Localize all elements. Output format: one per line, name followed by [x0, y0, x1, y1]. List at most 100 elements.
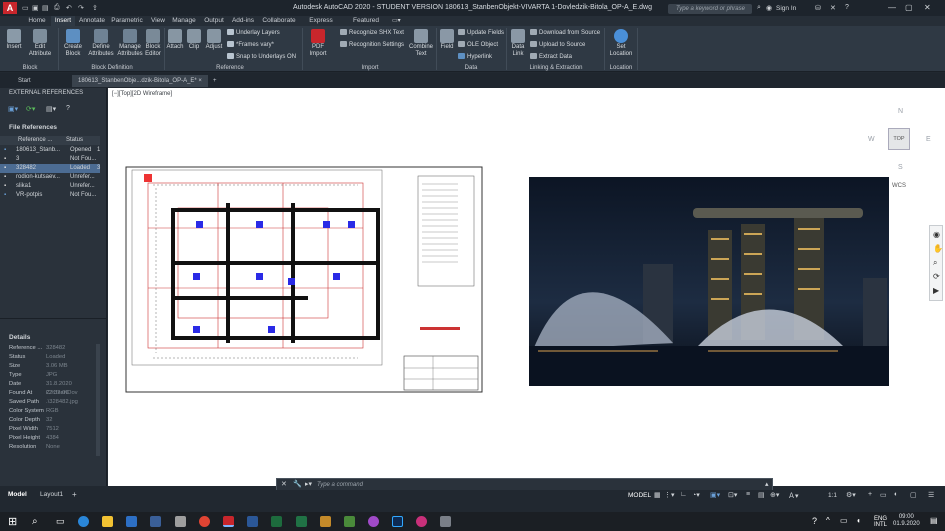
- tab-express-tools[interactable]: Express Tools: [301, 16, 341, 34]
- autocad-icon[interactable]: [223, 516, 234, 527]
- app-icon[interactable]: [175, 516, 186, 527]
- download-source-button[interactable]: Download from Source: [530, 29, 600, 37]
- lineweight-icon[interactable]: ≡: [746, 491, 750, 498]
- zoom-icon[interactable]: ⌕: [933, 258, 937, 268]
- tab-addins[interactable]: Add-ins: [230, 16, 256, 26]
- ole-object-button[interactable]: OLE Object: [458, 41, 498, 49]
- data-link-button[interactable]: Data Link: [509, 29, 527, 58]
- splitter[interactable]: [0, 318, 107, 319]
- excel-icon-2[interactable]: [296, 516, 307, 527]
- model-space-toggle[interactable]: MODEL: [628, 492, 651, 499]
- taskbar-clock[interactable]: 09:00 01.9.2020: [893, 514, 920, 528]
- extract-data-button[interactable]: Extract Data: [530, 53, 572, 61]
- drawing-canvas[interactable]: N W E S TOP WCS: [108, 88, 945, 486]
- customize-icon[interactable]: 🔧: [293, 480, 302, 488]
- polar-icon[interactable]: ◔▾: [692, 491, 700, 499]
- upload-source-button[interactable]: Upload to Source: [530, 41, 585, 49]
- add-layout-button[interactable]: +: [72, 490, 77, 499]
- tab-drawing[interactable]: 180613_StanbenObje...dzik-Bitola_OP-A_E*…: [72, 75, 208, 87]
- osnap-icon[interactable]: ⊡▾: [728, 491, 737, 499]
- table-row[interactable]: ▪ 180613_Stanb... Opened 1: [0, 146, 100, 155]
- viewcube-east[interactable]: E: [926, 136, 931, 143]
- app-icon-3[interactable]: [344, 516, 355, 527]
- word-icon[interactable]: [247, 516, 258, 527]
- details-scrollbar[interactable]: [96, 344, 100, 456]
- combine-text-button[interactable]: Combine Text: [408, 29, 434, 58]
- cart-icon[interactable]: ⛁: [815, 4, 821, 12]
- transparency-icon[interactable]: ▤: [758, 491, 765, 499]
- block-editor-button[interactable]: Block Editor: [143, 29, 163, 58]
- user-icon[interactable]: ◉: [766, 4, 772, 12]
- column-status[interactable]: Status: [66, 136, 83, 145]
- app-icon-2[interactable]: [320, 516, 331, 527]
- viewcube-top-face[interactable]: TOP: [888, 128, 910, 150]
- table-row[interactable]: ▪ VR-potpis Not Fou...: [0, 191, 100, 200]
- windows-start-icon[interactable]: ⊞: [8, 515, 17, 528]
- tab-output[interactable]: Output: [201, 16, 227, 26]
- tab-manage[interactable]: Manage: [171, 16, 197, 26]
- signin-button[interactable]: Sign In: [776, 5, 796, 12]
- close-icon[interactable]: ✕: [924, 3, 931, 12]
- field-button[interactable]: Field: [438, 29, 456, 51]
- tab-view[interactable]: View: [148, 16, 168, 26]
- volume-icon[interactable]: ◖: [856, 516, 861, 525]
- viewcube[interactable]: N W E S TOP WCS: [862, 108, 931, 189]
- update-fields-button[interactable]: Update Fields: [458, 29, 504, 37]
- customization-icon[interactable]: ☰: [928, 491, 934, 499]
- tab-insert[interactable]: Insert: [51, 16, 75, 26]
- help-icon[interactable]: ?: [845, 4, 849, 11]
- viewcube-west[interactable]: W: [868, 136, 875, 143]
- snap-mode-icon[interactable]: ⋮▾: [664, 491, 675, 499]
- language-indicator[interactable]: ENG INTL: [874, 516, 887, 528]
- table-row[interactable]: ▪ 3 Not Fou...: [0, 155, 100, 164]
- search-input[interactable]: Type a keyword or phrase: [668, 4, 752, 14]
- tab-parametric[interactable]: Parametric: [110, 16, 144, 26]
- underlay-layers-button[interactable]: Underlay Layers: [227, 29, 280, 37]
- hyperlink-button[interactable]: Hyperlink: [458, 53, 492, 61]
- search-icon[interactable]: ⌕: [32, 516, 38, 527]
- define-attributes-button[interactable]: Define Attributes: [87, 29, 115, 58]
- steering-wheel-icon[interactable]: ◉: [933, 230, 940, 239]
- command-expand-icon[interactable]: ▴: [765, 480, 769, 488]
- tab-featured-apps[interactable]: Featured Apps: [345, 16, 387, 34]
- set-location-button[interactable]: Set Location: [607, 29, 635, 58]
- maximize-icon[interactable]: ▢: [905, 3, 913, 12]
- file-explorer-icon[interactable]: [102, 516, 113, 527]
- annotation-icon[interactable]: Ａ▾: [788, 491, 799, 501]
- tab-start[interactable]: Start: [12, 75, 37, 87]
- grid-icon[interactable]: ▦: [654, 491, 661, 499]
- refresh-icon[interactable]: ⟳▾: [26, 105, 35, 113]
- workspace-icon[interactable]: +: [868, 491, 872, 498]
- app-icon-4[interactable]: [368, 516, 379, 527]
- tab-home[interactable]: Home: [24, 16, 50, 26]
- gear-icon[interactable]: ⚙▾: [846, 491, 856, 499]
- attach-dwg-icon[interactable]: ▣▾: [8, 105, 18, 113]
- edit-attribute-button[interactable]: Edit Attribute: [26, 29, 54, 58]
- annotation-scale[interactable]: 1:1: [828, 492, 837, 499]
- app-icon-6[interactable]: [440, 516, 451, 527]
- photoshop-icon[interactable]: [392, 516, 403, 527]
- viewport-controls[interactable]: [−][Top][2D Wireframe]: [112, 91, 172, 97]
- change-path-icon[interactable]: ▤▾: [46, 105, 56, 113]
- exchange-icon[interactable]: ✕: [830, 4, 836, 12]
- chrome-icon[interactable]: [199, 516, 210, 527]
- table-row[interactable]: ▪ 328482 Loaded 3: [0, 164, 100, 173]
- manage-attributes-button[interactable]: Manage Attributes: [116, 29, 144, 58]
- clip-button[interactable]: Clip: [186, 29, 202, 51]
- viewcube-north[interactable]: N: [898, 108, 903, 115]
- table-row[interactable]: ▪ rodion-kutsaev... Unrefer...: [0, 173, 100, 182]
- tab-close-icon[interactable]: ×: [198, 78, 202, 84]
- close-command-icon[interactable]: ✕: [281, 480, 287, 488]
- pan-icon[interactable]: ✋: [933, 244, 943, 253]
- search-icon[interactable]: ⌕: [757, 4, 761, 12]
- clean-screen-icon[interactable]: ▢: [910, 491, 917, 499]
- notification-icon[interactable]: ▤: [930, 516, 938, 525]
- tab-layout1[interactable]: Layout1: [40, 491, 63, 498]
- network-icon[interactable]: ▭: [840, 516, 848, 525]
- edge-icon[interactable]: [78, 516, 89, 527]
- mail-icon[interactable]: [150, 516, 161, 527]
- units-icon[interactable]: ▭: [880, 491, 887, 499]
- orbit-icon[interactable]: ⟳: [933, 272, 940, 281]
- wcs-menu[interactable]: WCS: [892, 183, 906, 189]
- pdf-import-button[interactable]: PDF Import: [306, 29, 330, 58]
